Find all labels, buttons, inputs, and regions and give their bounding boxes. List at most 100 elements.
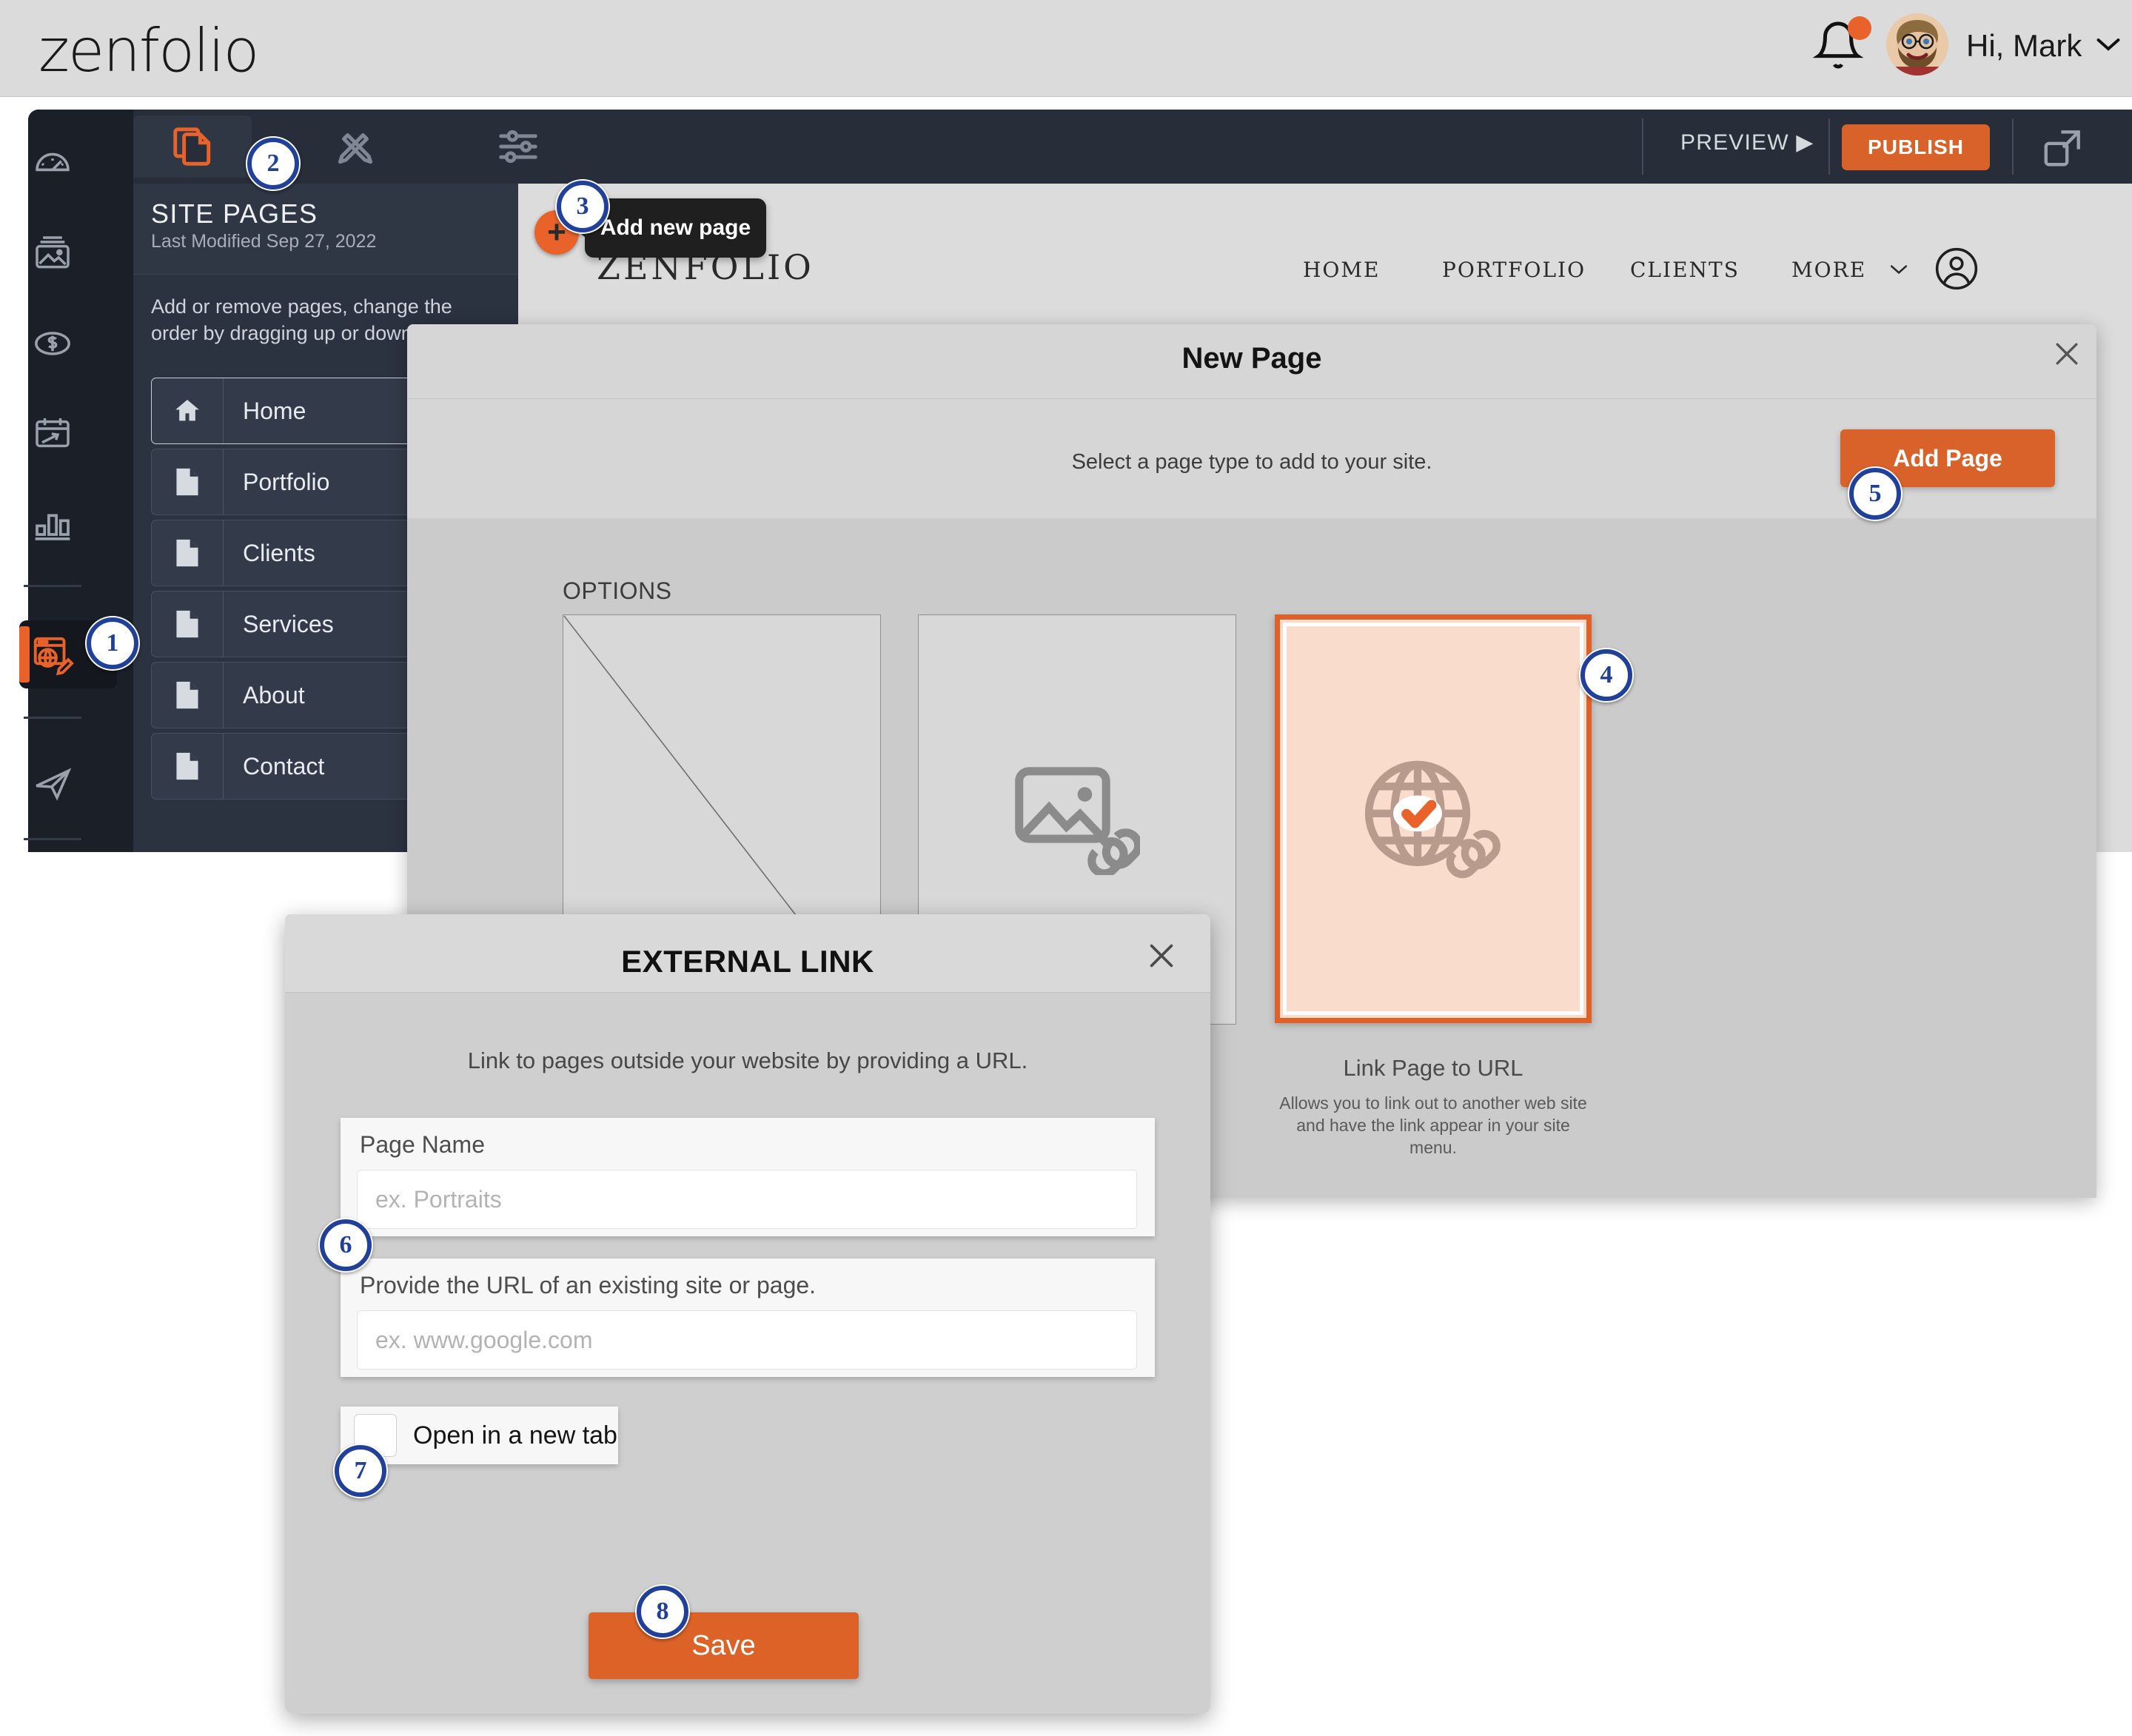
open-new-tab-label: Open in a new tab [413,1421,617,1450]
sidebar-item-analytics[interactable] [0,489,105,560]
callout-badge-4: 4 [1579,648,1634,703]
callout-badge-8: 8 [635,1584,690,1639]
tab-design[interactable] [296,110,415,184]
sidebar-item-sales[interactable] [0,308,105,379]
site-nav-more[interactable]: MORE [1791,258,1866,282]
tab-settings[interactable] [459,110,577,184]
home-icon [175,400,199,421]
zenfolio-logo[interactable]: zenfolio [38,16,259,85]
page-icon [176,610,198,638]
callout-badge-4-text: 4 [1580,649,1632,701]
url-input[interactable]: ex. www.google.com [357,1310,1137,1370]
page-name-field-group: Page Name ex. Portraits [341,1118,1155,1236]
site-pages-last-modified: Last Modified Sep 27, 2022 [151,231,377,252]
expand-icon [2044,130,2080,167]
publish-button[interactable]: PUBLISH [1842,124,1990,170]
page-icon [176,468,198,496]
tab-pages-icon-wrap[interactable] [133,110,252,184]
notification-dot [1848,16,1871,40]
page-name-placeholder: ex. Portraits [375,1185,502,1213]
site-pages-title: SITE PAGES [151,198,318,229]
page-row-label: Contact [243,752,325,780]
user-avatar-icon [1895,20,1940,76]
dashboard-gauge-icon [36,153,70,172]
external-link-close-button[interactable] [1144,939,1179,979]
site-account-button[interactable] [1934,246,1980,295]
preview-button[interactable]: PREVIEW ▶ [1680,130,1814,155]
send-paper-plane-icon [36,768,72,801]
sidebar-item-galleries[interactable] [0,218,105,289]
page-row-label: Portfolio [243,468,330,495]
url-label: Provide the URL of an existing site or p… [360,1272,817,1298]
design-tools-icon [338,133,373,164]
external-link-description: Link to pages outside your website by pr… [467,1048,1028,1073]
save-button[interactable]: Save [589,1612,859,1679]
sidebar-item-marketing[interactable] [0,748,105,819]
callout-badge-7: 7 [333,1444,388,1498]
page-row-label: Clients [243,539,315,566]
options-label: OPTIONS [563,577,672,604]
page-icon-wrap [152,520,224,586]
image-link-icon [1015,767,1140,875]
sidebar-item-dashboard[interactable] [0,127,105,198]
editor-toolbar [133,110,2132,184]
close-icon [2056,343,2078,365]
callout-badge-1-text: 1 [87,617,138,669]
page-icon-wrap [152,591,224,657]
site-nav-clients[interactable]: CLIENTS [1630,258,1740,282]
callout-badge-3: 3 [555,179,610,234]
page-icon-wrap [152,449,224,515]
new-page-close-button[interactable] [2051,338,2083,375]
callout-badge-2-text: 2 [247,138,299,190]
money-dollar-icon [35,332,70,355]
calendar-booking-icon [36,418,70,448]
callout-badge-8-text: 8 [637,1586,688,1638]
callout-badge-5-text: 5 [1849,468,1901,520]
globe-link-icon [1364,760,1501,879]
page-icon [176,681,198,709]
external-link-modal-title: EXTERNAL LINK [621,944,874,979]
page-icon-wrap [152,663,224,728]
close-icon [1150,944,1173,968]
site-nav-more-caret[interactable] [1889,264,1908,279]
page-icon-wrap [152,734,224,799]
callout-badge-7-text: 7 [335,1445,386,1497]
toolbar-divider-2 [1828,118,1830,175]
page-row-label: Services [243,610,334,637]
home-icon-wrap [152,378,224,443]
page-row-label: About [243,681,305,708]
callout-badge-3-text: 3 [557,181,609,232]
page-row-label: Home [243,397,306,424]
new-page-modal-title: New Page [1181,342,1322,375]
page-type-card-link-to-url[interactable] [1275,614,1592,1023]
gallery-image-icon [36,236,70,269]
page-name-input[interactable]: ex. Portraits [357,1170,1137,1229]
card-description-link-to-url: Allows you to link out to another web si… [1279,1093,1587,1157]
avatar[interactable] [1886,13,1948,76]
analytics-bars-icon [35,514,70,540]
add-new-page-tooltip: Add new page [585,198,766,258]
card-title-link-to-url: Link Page to URL [1343,1055,1523,1081]
page-name-label: Page Name [360,1131,485,1158]
page-icon [176,539,198,567]
rail-divider-3 [24,838,81,840]
site-nav-home[interactable]: HOME [1303,258,1380,282]
sidebar-item-bookings[interactable] [0,398,105,469]
greeting-label[interactable]: Hi, Mark [1966,28,2082,64]
callout-badge-2: 2 [246,136,301,191]
page-icon [176,752,198,780]
url-field-group: Provide the URL of an existing site or p… [341,1259,1155,1377]
account-circle-icon [1935,247,1978,290]
callout-badge-6: 6 [318,1218,373,1273]
site-nav-portfolio[interactable]: PORTFOLIO [1442,258,1586,282]
rail-divider-2 [24,717,81,719]
settings-sliders-icon [499,130,537,164]
toolbar-divider-3 [2012,118,2014,175]
pages-copy-icon [173,127,211,166]
callout-badge-1: 1 [85,616,140,671]
expand-button[interactable] [2040,124,2086,174]
url-placeholder: ex. www.google.com [375,1326,593,1353]
toolbar-divider-1 [1642,118,1643,175]
website-editor-icon [33,637,74,676]
chevron-down-icon[interactable] [2095,36,2122,57]
